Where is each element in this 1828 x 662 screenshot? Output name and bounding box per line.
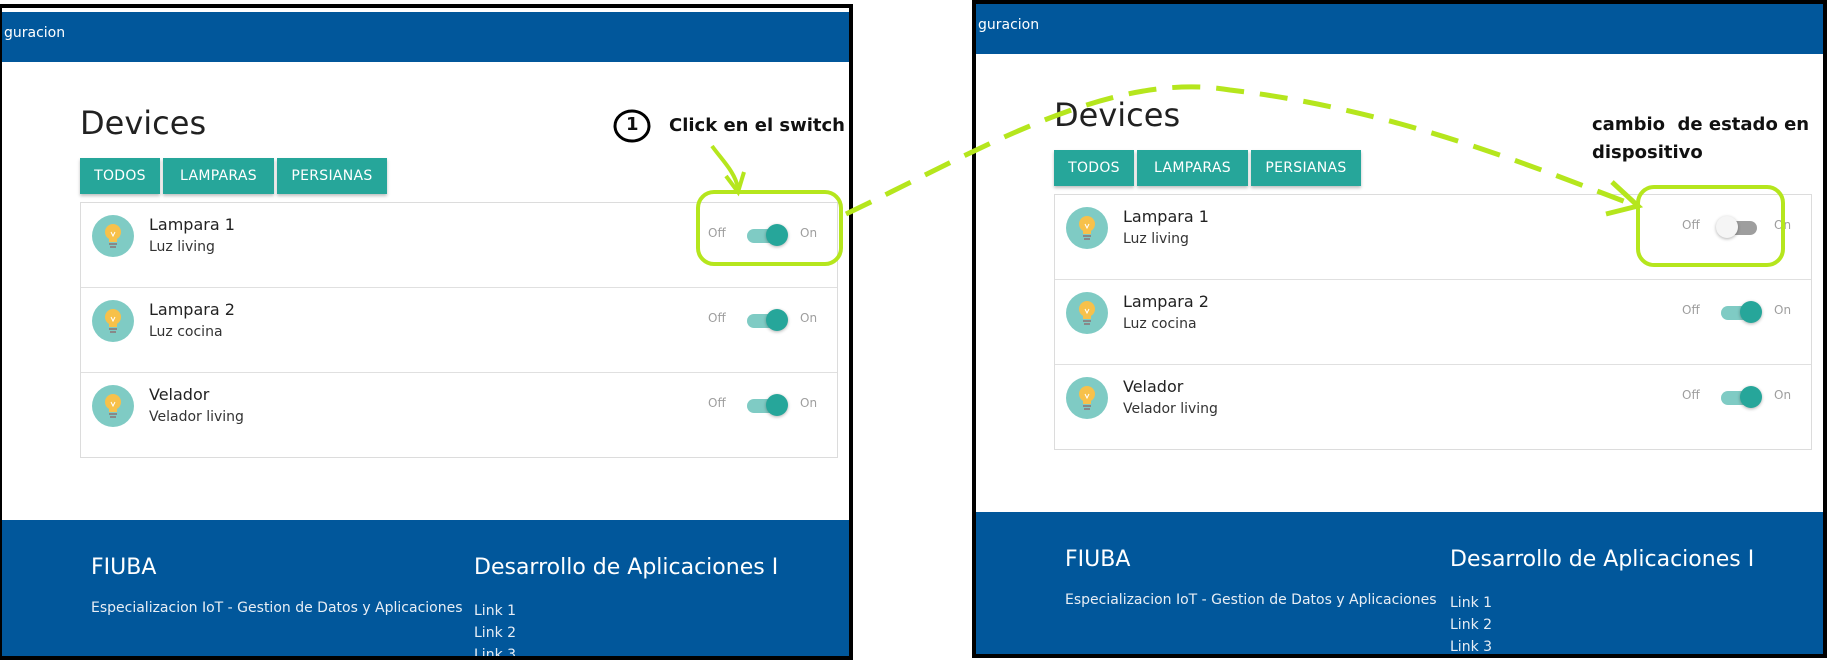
footer-course-title: Desarrollo de Aplicaciones I bbox=[474, 555, 779, 580]
switch-off-label: Off bbox=[1682, 303, 1700, 317]
switch-on-label: On bbox=[800, 226, 818, 240]
filter-bar: TODOS LAMPARAS PERSIANAS bbox=[80, 158, 387, 194]
switch-on-label: On bbox=[1774, 303, 1792, 317]
lightbulb-icon bbox=[1066, 377, 1108, 419]
lightbulb-icon bbox=[92, 215, 134, 257]
screenshot-after: guracion Devices TODOS LAMPARAS PERSIANA… bbox=[972, 0, 1827, 658]
lightbulb-icon bbox=[1066, 292, 1108, 334]
device-description: Velador living bbox=[149, 409, 244, 425]
top-navbar: guracion bbox=[2, 12, 849, 62]
footer: FIUBA Especializacion IoT - Gestion de D… bbox=[976, 512, 1823, 654]
footer-link[interactable]: Link 2 bbox=[1450, 614, 1492, 636]
device-switch[interactable]: Off On bbox=[1682, 384, 1802, 408]
device-description: Luz cocina bbox=[149, 324, 223, 340]
device-description: Luz living bbox=[1123, 231, 1189, 247]
switch-off-label: Off bbox=[1682, 388, 1700, 402]
device-item: Lampara 1 Luz living Off On bbox=[81, 203, 837, 288]
footer: FIUBA Especializacion IoT - Gestion de D… bbox=[2, 520, 849, 656]
filter-todos-button[interactable]: TODOS bbox=[80, 158, 160, 194]
footer-course-title: Desarrollo de Aplicaciones I bbox=[1450, 547, 1755, 572]
result-text-line2: dispositivo bbox=[1592, 142, 1703, 163]
switch-knob[interactable] bbox=[1740, 386, 1762, 408]
switch-on-label: On bbox=[1774, 218, 1792, 232]
footer-link[interactable]: Link 1 bbox=[1450, 592, 1492, 614]
device-name: Lampara 1 bbox=[149, 215, 235, 234]
footer-link[interactable]: Link 2 bbox=[474, 622, 516, 644]
switch-off-label: Off bbox=[708, 396, 726, 410]
device-list: Lampara 1 Luz living Off On Lampara 2 Lu… bbox=[80, 202, 838, 458]
switch-off-label: Off bbox=[708, 311, 726, 325]
lightbulb-icon bbox=[92, 300, 134, 342]
device-item: Lampara 1 Luz living Off On bbox=[1055, 195, 1811, 280]
page-title: Devices bbox=[1054, 96, 1181, 134]
device-description: Luz cocina bbox=[1123, 316, 1197, 332]
device-switch[interactable]: Off On bbox=[1682, 299, 1802, 323]
filter-bar: TODOS LAMPARAS PERSIANAS bbox=[1054, 150, 1361, 186]
filter-lamparas-button[interactable]: LAMPARAS bbox=[163, 158, 274, 194]
device-name: Velador bbox=[149, 385, 210, 404]
footer-links: Link 1 Link 2 Link 3 bbox=[474, 600, 516, 656]
device-item: Lampara 2 Luz cocina Off On bbox=[1055, 280, 1811, 365]
filter-persianas-button[interactable]: PERSIANAS bbox=[277, 158, 387, 194]
switch-off-label: Off bbox=[1682, 218, 1700, 232]
footer-title: FIUBA bbox=[91, 555, 157, 580]
switch-on-label: On bbox=[1774, 388, 1792, 402]
page-title: Devices bbox=[80, 104, 207, 142]
footer-title: FIUBA bbox=[1065, 547, 1131, 572]
device-switch[interactable]: Off On bbox=[1682, 214, 1802, 238]
footer-link[interactable]: Link 3 bbox=[1450, 636, 1492, 654]
device-description: Luz living bbox=[149, 239, 215, 255]
device-description: Velador living bbox=[1123, 401, 1218, 417]
device-name: Lampara 1 bbox=[1123, 207, 1209, 226]
footer-link[interactable]: Link 1 bbox=[474, 600, 516, 622]
top-navbar: guracion bbox=[976, 4, 1823, 54]
lightbulb-icon bbox=[1066, 207, 1108, 249]
device-switch[interactable]: Off On bbox=[708, 222, 828, 246]
filter-todos-button[interactable]: TODOS bbox=[1054, 150, 1134, 186]
result-text-line1: cambio de estado en bbox=[1592, 114, 1810, 135]
switch-on-label: On bbox=[800, 396, 818, 410]
footer-link[interactable]: Link 3 bbox=[474, 644, 516, 656]
step-instruction: Click en el switch bbox=[669, 115, 845, 136]
device-list: Lampara 1 Luz living Off On Lampara 2 Lu… bbox=[1054, 194, 1812, 450]
device-switch[interactable]: Off On bbox=[708, 392, 828, 416]
filter-persianas-button[interactable]: PERSIANAS bbox=[1251, 150, 1361, 186]
switch-off-label: Off bbox=[708, 226, 726, 240]
filter-lamparas-button[interactable]: LAMPARAS bbox=[1137, 150, 1248, 186]
step-number-text: 1 bbox=[626, 114, 639, 135]
device-item: Velador Velador living Off On bbox=[81, 373, 837, 457]
switch-knob[interactable] bbox=[766, 309, 788, 331]
device-name: Lampara 2 bbox=[1123, 292, 1209, 311]
device-name: Lampara 2 bbox=[149, 300, 235, 319]
footer-text: Especializacion IoT - Gestion de Datos y… bbox=[91, 600, 463, 616]
switch-knob[interactable] bbox=[1716, 216, 1738, 238]
switch-knob[interactable] bbox=[766, 394, 788, 416]
device-name: Velador bbox=[1123, 377, 1184, 396]
device-item: Lampara 2 Luz cocina Off On bbox=[81, 288, 837, 373]
nav-title[interactable]: guracion bbox=[4, 25, 65, 41]
switch-on-label: On bbox=[800, 311, 818, 325]
switch-knob[interactable] bbox=[766, 224, 788, 246]
screenshot-before: guracion Devices TODOS LAMPARAS PERSIANA… bbox=[0, 4, 853, 660]
footer-text: Especializacion IoT - Gestion de Datos y… bbox=[1065, 592, 1437, 608]
switch-knob[interactable] bbox=[1740, 301, 1762, 323]
lightbulb-icon bbox=[92, 385, 134, 427]
device-switch[interactable]: Off On bbox=[708, 307, 828, 331]
nav-title[interactable]: guracion bbox=[978, 17, 1039, 33]
footer-links: Link 1 Link 2 Link 3 bbox=[1450, 592, 1492, 654]
device-item: Velador Velador living Off On bbox=[1055, 365, 1811, 449]
